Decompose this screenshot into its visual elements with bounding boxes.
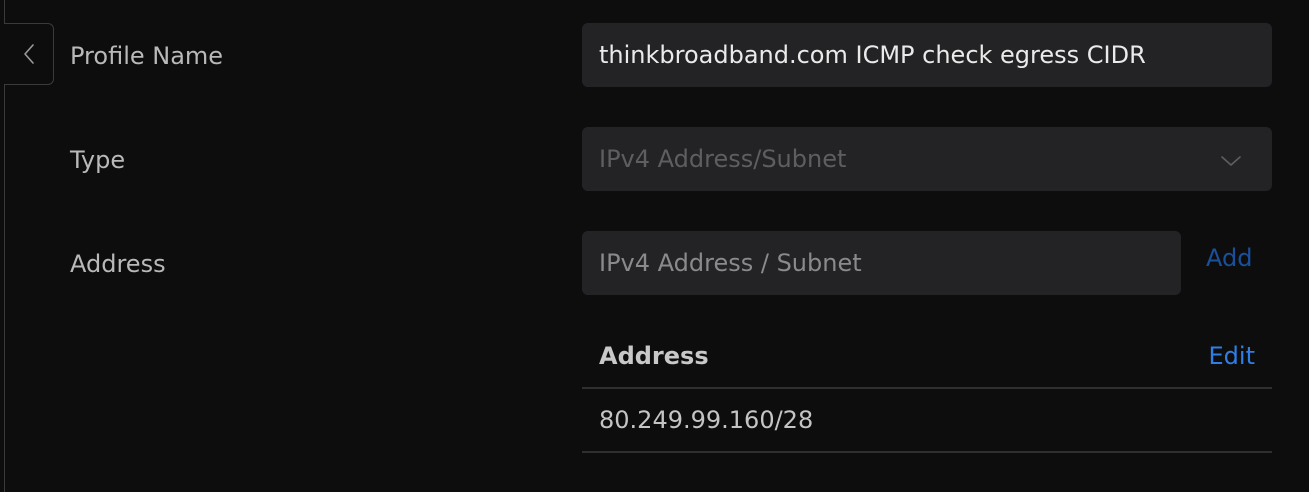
profile-name-value: thinkbroadband.com ICMP check egress CID… — [599, 41, 1146, 69]
profile-editor-page: Profile Name thinkbroadband.com ICMP che… — [0, 0, 1309, 492]
type-label: Type — [70, 146, 126, 174]
type-selected-value: IPv4 Address/Subnet — [599, 145, 847, 173]
address-input-placeholder: IPv4 Address / Subnet — [599, 249, 862, 277]
table-row: 80.249.99.160/28 — [582, 389, 1272, 453]
address-input[interactable]: IPv4 Address / Subnet — [582, 231, 1181, 295]
profile-name-field[interactable]: thinkbroadband.com ICMP check egress CID… — [582, 23, 1272, 87]
address-column-header: Address — [599, 342, 709, 370]
chevron-left-icon — [22, 42, 36, 66]
address-label: Address — [70, 250, 166, 278]
profile-name-label: Profile Name — [70, 42, 224, 70]
address-table: Address Edit 80.249.99.160/28 — [582, 325, 1272, 453]
chevron-down-icon — [1220, 147, 1242, 171]
address-table-header: Address Edit — [582, 325, 1272, 389]
address-cell: 80.249.99.160/28 — [599, 406, 814, 434]
back-button[interactable] — [4, 23, 54, 85]
type-select[interactable]: IPv4 Address/Subnet — [582, 127, 1272, 191]
edit-addresses-button[interactable]: Edit — [1209, 342, 1255, 370]
add-address-button[interactable]: Add — [1206, 246, 1252, 270]
